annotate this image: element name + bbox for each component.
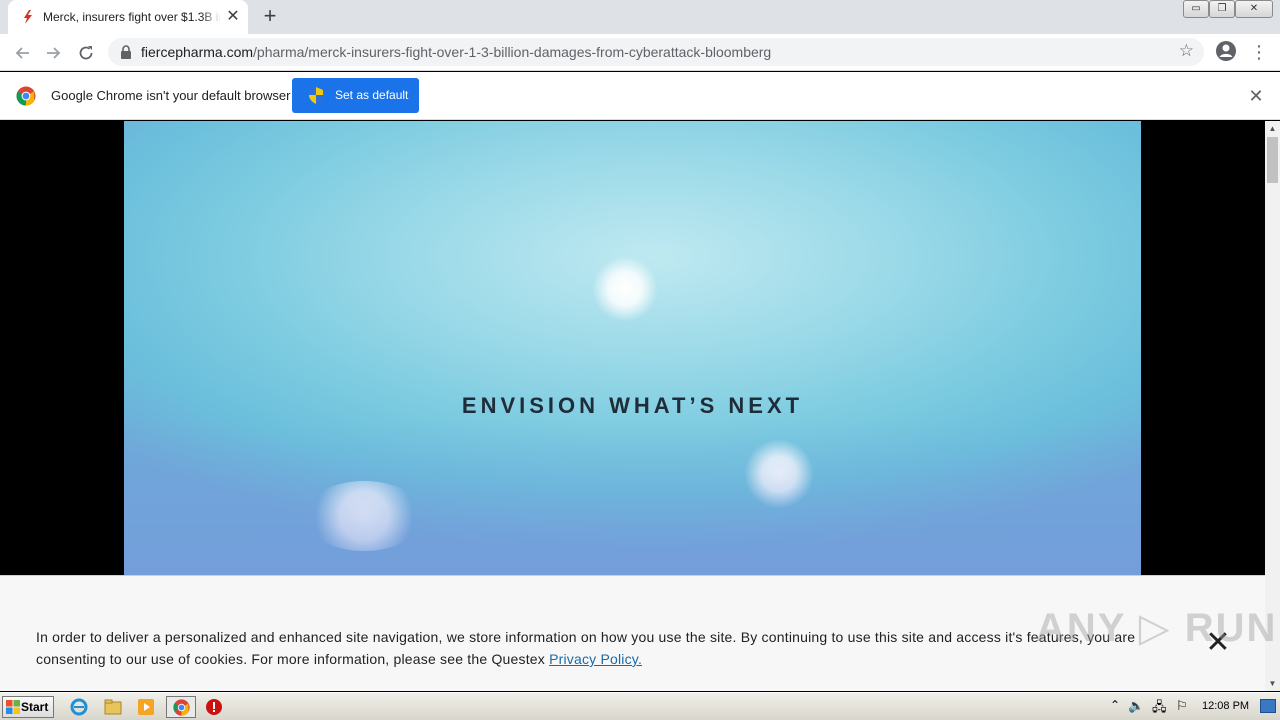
tab-title: Merck, insurers fight over $1.3B in dama… <box>43 10 221 24</box>
arrow-right-icon <box>47 47 61 59</box>
video-headline: ENVISION WHAT’S NEXT <box>461 393 804 418</box>
browser-toolbar: fiercepharma.com/pharma/merck-insurers-f… <box>0 34 1280 71</box>
video-gradient-overlay <box>124 421 1141 575</box>
internet-explorer-icon[interactable] <box>70 698 88 716</box>
scroll-down-arrow-icon[interactable]: ▼ <box>1265 676 1280 691</box>
window-close-button[interactable]: ✕ <box>1235 0 1273 18</box>
tab-strip: Merck, insurers fight over $1.3B in dama… <box>0 0 1280 34</box>
set-as-default-button[interactable]: Set as default <box>292 78 419 113</box>
start-button[interactable]: Start <box>2 696 54 718</box>
taskbar-clock[interactable]: 12:08 PM <box>1202 700 1249 712</box>
taskbar-chrome-button[interactable] <box>166 696 196 718</box>
scrollbar-thumb[interactable] <box>1267 137 1278 183</box>
action-center-flag-icon[interactable]: ⚐ <box>1176 698 1188 714</box>
windows-taskbar: Start ⌃ 🔈 🖧 ⚐ 12:08 PM <box>0 692 1280 720</box>
opera-stop-icon[interactable] <box>205 698 223 716</box>
scroll-up-arrow-icon[interactable]: ▲ <box>1265 121 1280 136</box>
start-label: Start <box>21 700 49 714</box>
fiercepharma-favicon-icon <box>24 10 32 24</box>
cookie-message: In order to deliver a personalized and e… <box>36 626 1186 670</box>
system-tray: ⌃ 🔈 🖧 ⚐ 12:08 PM <box>1104 696 1280 718</box>
privacy-policy-link[interactable]: Privacy Policy. <box>549 651 642 667</box>
url-host: fiercepharma.com <box>141 44 254 60</box>
reload-icon <box>79 46 93 60</box>
light-sparkle <box>592 256 658 322</box>
volume-icon[interactable]: 🔈 <box>1128 698 1144 714</box>
profile-avatar-icon[interactable] <box>1214 39 1238 63</box>
default-browser-infobar: Google Chrome isn't your default browser… <box>0 72 1280 120</box>
address-bar[interactable]: fiercepharma.com/pharma/merck-insurers-f… <box>108 38 1204 66</box>
media-player-icon[interactable] <box>137 698 155 716</box>
chrome-taskbar-icon <box>173 699 190 716</box>
reload-button[interactable] <box>72 39 100 67</box>
minimize-button[interactable]: ▭ <box>1183 0 1209 18</box>
hero-video[interactable]: ENVISION WHAT’S NEXT <box>124 121 1141 575</box>
url-text: fiercepharma.com/pharma/merck-insurers-f… <box>141 44 771 60</box>
minimize-icon: ▭ <box>1191 3 1201 14</box>
infobar-close-icon[interactable]: ✕ <box>1246 86 1266 106</box>
bookmark-star-icon[interactable]: ☆ <box>1179 41 1194 61</box>
set-as-default-label: Set as default <box>335 88 409 102</box>
anyrun-watermark: ANY ▷ RUN <box>1036 606 1278 650</box>
restore-icon: ❐ <box>1217 3 1227 14</box>
restore-button[interactable]: ❐ <box>1209 0 1235 18</box>
uac-shield-icon <box>309 87 323 104</box>
chrome-logo-icon <box>16 86 36 106</box>
window-close-icon: ✕ <box>1249 3 1259 14</box>
tray-expand-icon[interactable]: ⌃ <box>1110 698 1120 712</box>
forward-button[interactable] <box>40 39 68 67</box>
back-button[interactable] <box>8 39 36 67</box>
new-tab-button[interactable]: + <box>258 5 282 29</box>
infobar-message: Google Chrome isn't your default browser <box>51 88 291 103</box>
tab-active[interactable]: Merck, insurers fight over $1.3B in dama… <box>8 0 248 34</box>
arrow-left-icon <box>15 47 29 59</box>
network-icon[interactable]: 🖧 <box>1152 698 1167 720</box>
url-path: /pharma/merck-insurers-fight-over-1-3-bi… <box>253 44 772 60</box>
file-explorer-icon[interactable] <box>104 698 122 716</box>
tab-close-icon[interactable]: ✕ <box>224 8 242 26</box>
lock-icon <box>121 45 131 59</box>
windows-logo-icon <box>6 700 20 714</box>
chrome-menu-icon[interactable]: ⋮ <box>1250 40 1268 64</box>
show-desktop-icon[interactable] <box>1260 699 1276 713</box>
